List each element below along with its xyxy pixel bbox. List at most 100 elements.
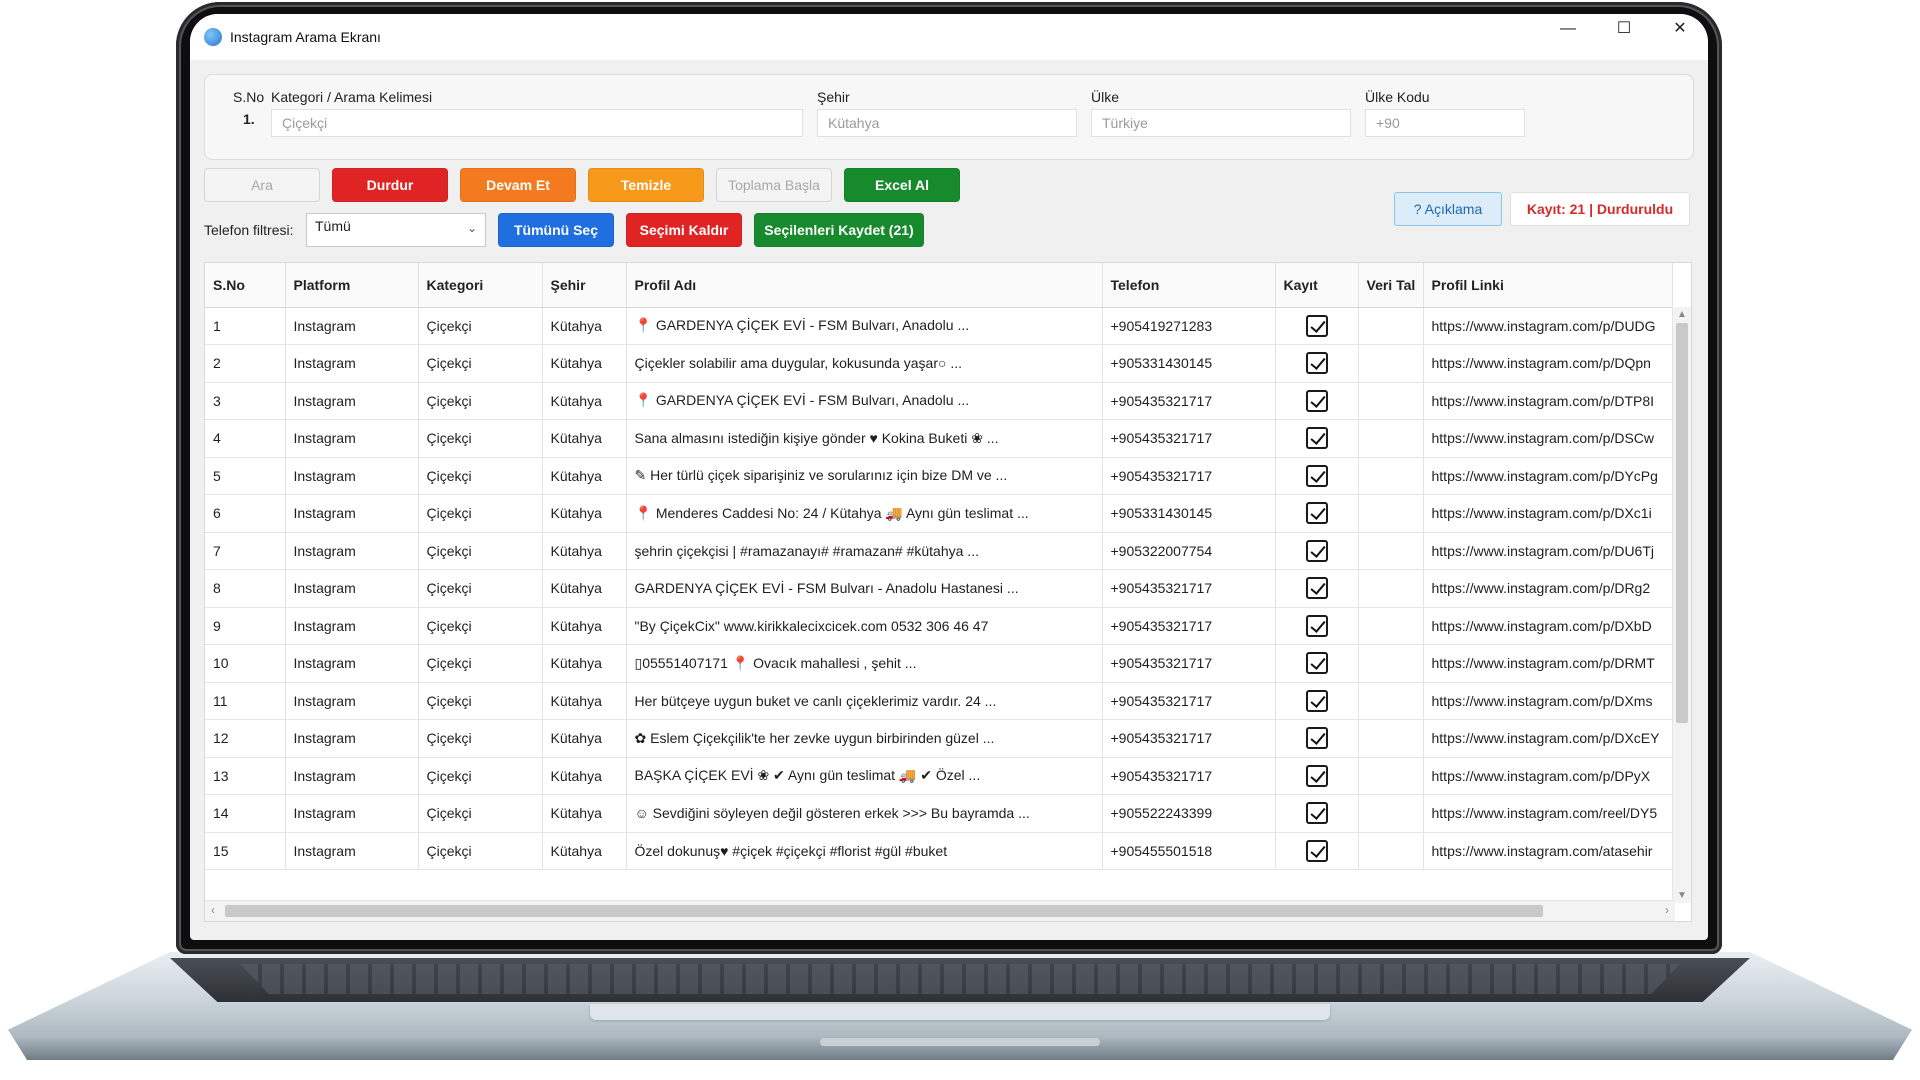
cell-profile-link[interactable]: https://www.instagram.com/p/DPyX	[1423, 757, 1673, 795]
table-row[interactable]: 2 Instagram Çiçekçi Kütahya Çiçekler solabil…	[205, 344, 1673, 383]
phone-filter-select[interactable]: Tümü ⌄	[306, 213, 486, 247]
scroll-up-icon[interactable]: ▲	[1673, 309, 1691, 320]
start-collect-button[interactable]: Toplama Başla	[716, 168, 832, 202]
cell-sno: 14	[205, 794, 286, 833]
maximize-button[interactable]: ☐	[1596, 14, 1652, 44]
search-button[interactable]: Ara	[204, 168, 320, 202]
cell-data	[1358, 682, 1424, 720]
clear-button[interactable]: Temizle	[588, 168, 704, 202]
record-checkbox[interactable]	[1305, 314, 1328, 337]
select-all-button[interactable]: Tümünü Seç	[498, 213, 614, 247]
column-header-data[interactable]: Veri Tal	[1358, 263, 1424, 308]
record-checkbox[interactable]	[1305, 464, 1328, 487]
column-header-profile-link[interactable]: Profil Linki	[1423, 263, 1673, 308]
table-row[interactable]: 11 Instagram Çiçekçi Kütahya Her bütçeye uyg…	[205, 682, 1673, 720]
scroll-right-icon[interactable]: ›	[1665, 903, 1669, 917]
cell-category: Çiçekçi	[418, 644, 543, 683]
cell-phone: +905435321717	[1102, 757, 1276, 795]
table-row[interactable]: 12 Instagram Çiçekçi Kütahya ✿ Eslem Çiçekçi…	[205, 719, 1673, 758]
cell-profile-link[interactable]: https://www.instagram.com/p/DSCw	[1423, 419, 1673, 458]
vertical-scroll-thumb[interactable]	[1676, 323, 1688, 723]
cell-profile-link[interactable]: https://www.instagram.com/atasehir	[1423, 832, 1673, 870]
cell-profile-link[interactable]: https://www.instagram.com/p/DYcPg	[1423, 457, 1673, 495]
column-header-sno[interactable]: S.No	[205, 263, 286, 308]
cell-profile-link[interactable]: https://www.instagram.com/p/DRMT	[1423, 644, 1673, 683]
table-row[interactable]: 4 Instagram Çiçekçi Kütahya Sana almasını is…	[205, 419, 1673, 458]
column-header-profile-name[interactable]: Profil Adı	[626, 263, 1103, 308]
table-row[interactable]: 15 Instagram Çiçekçi Kütahya Özel dokunuş♥ #…	[205, 832, 1673, 870]
cell-profile-link[interactable]: https://www.instagram.com/p/DXc1i	[1423, 494, 1673, 533]
table-row[interactable]: 13 Instagram Çiçekçi Kütahya BAŞKA ÇİÇEK EVİ…	[205, 757, 1673, 795]
cell-profile-link[interactable]: https://www.instagram.com/p/DQpn	[1423, 344, 1673, 383]
cell-sno: 1	[205, 307, 286, 345]
scroll-down-icon[interactable]: ▼	[1673, 890, 1691, 901]
column-header-phone[interactable]: Telefon	[1102, 263, 1276, 308]
cell-platform: Instagram	[285, 832, 419, 870]
cell-phone: +905435321717	[1102, 382, 1276, 420]
country-code-label: Ülke Kodu	[1365, 89, 1430, 105]
table-row[interactable]: 6 Instagram Çiçekçi Kütahya 📍 Menderes Cadde…	[205, 494, 1673, 533]
record-checkbox[interactable]	[1305, 652, 1328, 675]
record-checkbox[interactable]	[1305, 539, 1328, 562]
save-selected-button[interactable]: Seçilenleri Kaydet (21)	[754, 213, 924, 247]
cell-phone: +905455501518	[1102, 832, 1276, 870]
table-row[interactable]: 14 Instagram Çiçekçi Kütahya ☺ Sevdiğini söy…	[205, 794, 1673, 833]
record-checkbox[interactable]	[1305, 427, 1328, 450]
cell-profile-link[interactable]: https://www.instagram.com/p/DU6Tj	[1423, 532, 1673, 570]
record-checkbox[interactable]	[1305, 689, 1328, 712]
record-checkbox[interactable]	[1305, 727, 1328, 750]
cell-profile-link[interactable]: https://www.instagram.com/reel/DY5	[1423, 794, 1673, 833]
table-row[interactable]: 5 Instagram Çiçekçi Kütahya ✎ Her türlü çiçe…	[205, 457, 1673, 495]
horizontal-scroll-thumb[interactable]	[225, 905, 1543, 917]
record-checkbox[interactable]	[1305, 352, 1328, 375]
record-checkbox[interactable]	[1305, 389, 1328, 412]
cell-data	[1358, 307, 1424, 345]
record-checkbox[interactable]	[1305, 764, 1328, 787]
cell-city: Kütahya	[542, 794, 627, 833]
column-header-platform[interactable]: Platform	[285, 263, 419, 308]
cell-profile-link[interactable]: https://www.instagram.com/p/DTP8I	[1423, 382, 1673, 420]
search-panel: S.No 1. Kategori / Arama Kelimesi Şehir …	[204, 74, 1694, 160]
record-checkbox[interactable]	[1305, 839, 1328, 862]
cell-profile-link[interactable]: https://www.instagram.com/p/DUDG	[1423, 307, 1673, 345]
country-input[interactable]	[1091, 109, 1351, 137]
record-checkbox[interactable]	[1305, 577, 1328, 600]
category-input[interactable]	[271, 109, 803, 137]
record-checkbox[interactable]	[1305, 802, 1328, 825]
record-checkbox[interactable]	[1305, 614, 1328, 637]
cell-profile-link[interactable]: https://www.instagram.com/p/DXbD	[1423, 607, 1673, 645]
cell-sno: 8	[205, 569, 286, 608]
table-row[interactable]: 10 Instagram Çiçekçi Kütahya ▯05551407171 📍 …	[205, 644, 1673, 683]
table-row[interactable]: 1 Instagram Çiçekçi Kütahya 📍 GARDENYA ÇİÇEK…	[205, 307, 1673, 345]
deselect-button[interactable]: Seçimi Kaldır	[626, 213, 742, 247]
help-button[interactable]: ? Açıklama	[1394, 192, 1502, 226]
vertical-scrollbar[interactable]: ▲ ▼	[1672, 307, 1691, 903]
cell-profile-link[interactable]: https://www.instagram.com/p/DXms	[1423, 682, 1673, 720]
cell-profile-link[interactable]: https://www.instagram.com/p/DRg2	[1423, 569, 1673, 608]
cell-profile-name: GARDENYA ÇİÇEK EVİ - FSM Bulvarı - Anado…	[626, 569, 1103, 608]
cell-phone: +905435321717	[1102, 607, 1276, 645]
city-input[interactable]	[817, 109, 1077, 137]
column-header-category[interactable]: Kategori	[418, 263, 543, 308]
cell-category: Çiçekçi	[418, 494, 543, 533]
cell-profile-link[interactable]: https://www.instagram.com/p/DXcEY	[1423, 719, 1673, 758]
horizontal-scrollbar[interactable]: ‹ ›	[205, 900, 1675, 921]
table-row[interactable]: 9 Instagram Çiçekçi Kütahya "By ÇiçekCix" ww…	[205, 607, 1673, 645]
cell-sno: 10	[205, 644, 286, 683]
excel-export-button[interactable]: Excel Al	[844, 168, 960, 202]
country-code-input[interactable]	[1365, 109, 1525, 137]
scroll-left-icon[interactable]: ‹	[211, 903, 215, 917]
table-row[interactable]: 3 Instagram Çiçekçi Kütahya 📍 GARDENYA ÇİÇEK…	[205, 382, 1673, 420]
close-button[interactable]: ✕	[1652, 14, 1708, 44]
cell-data	[1358, 794, 1424, 833]
minimize-button[interactable]: —	[1540, 14, 1596, 44]
cell-record	[1275, 419, 1359, 458]
continue-button[interactable]: Devam Et	[460, 168, 576, 202]
column-header-city[interactable]: Şehir	[542, 263, 627, 308]
table-row[interactable]: 7 Instagram Çiçekçi Kütahya şehrin çiçekçisi…	[205, 532, 1673, 570]
column-header-record[interactable]: Kayıt	[1275, 263, 1359, 308]
stop-button[interactable]: Durdur	[332, 168, 448, 202]
record-checkbox[interactable]	[1305, 502, 1328, 525]
cell-sno: 13	[205, 757, 286, 795]
table-row[interactable]: 8 Instagram Çiçekçi Kütahya GARDENYA ÇİÇEK E…	[205, 569, 1673, 608]
